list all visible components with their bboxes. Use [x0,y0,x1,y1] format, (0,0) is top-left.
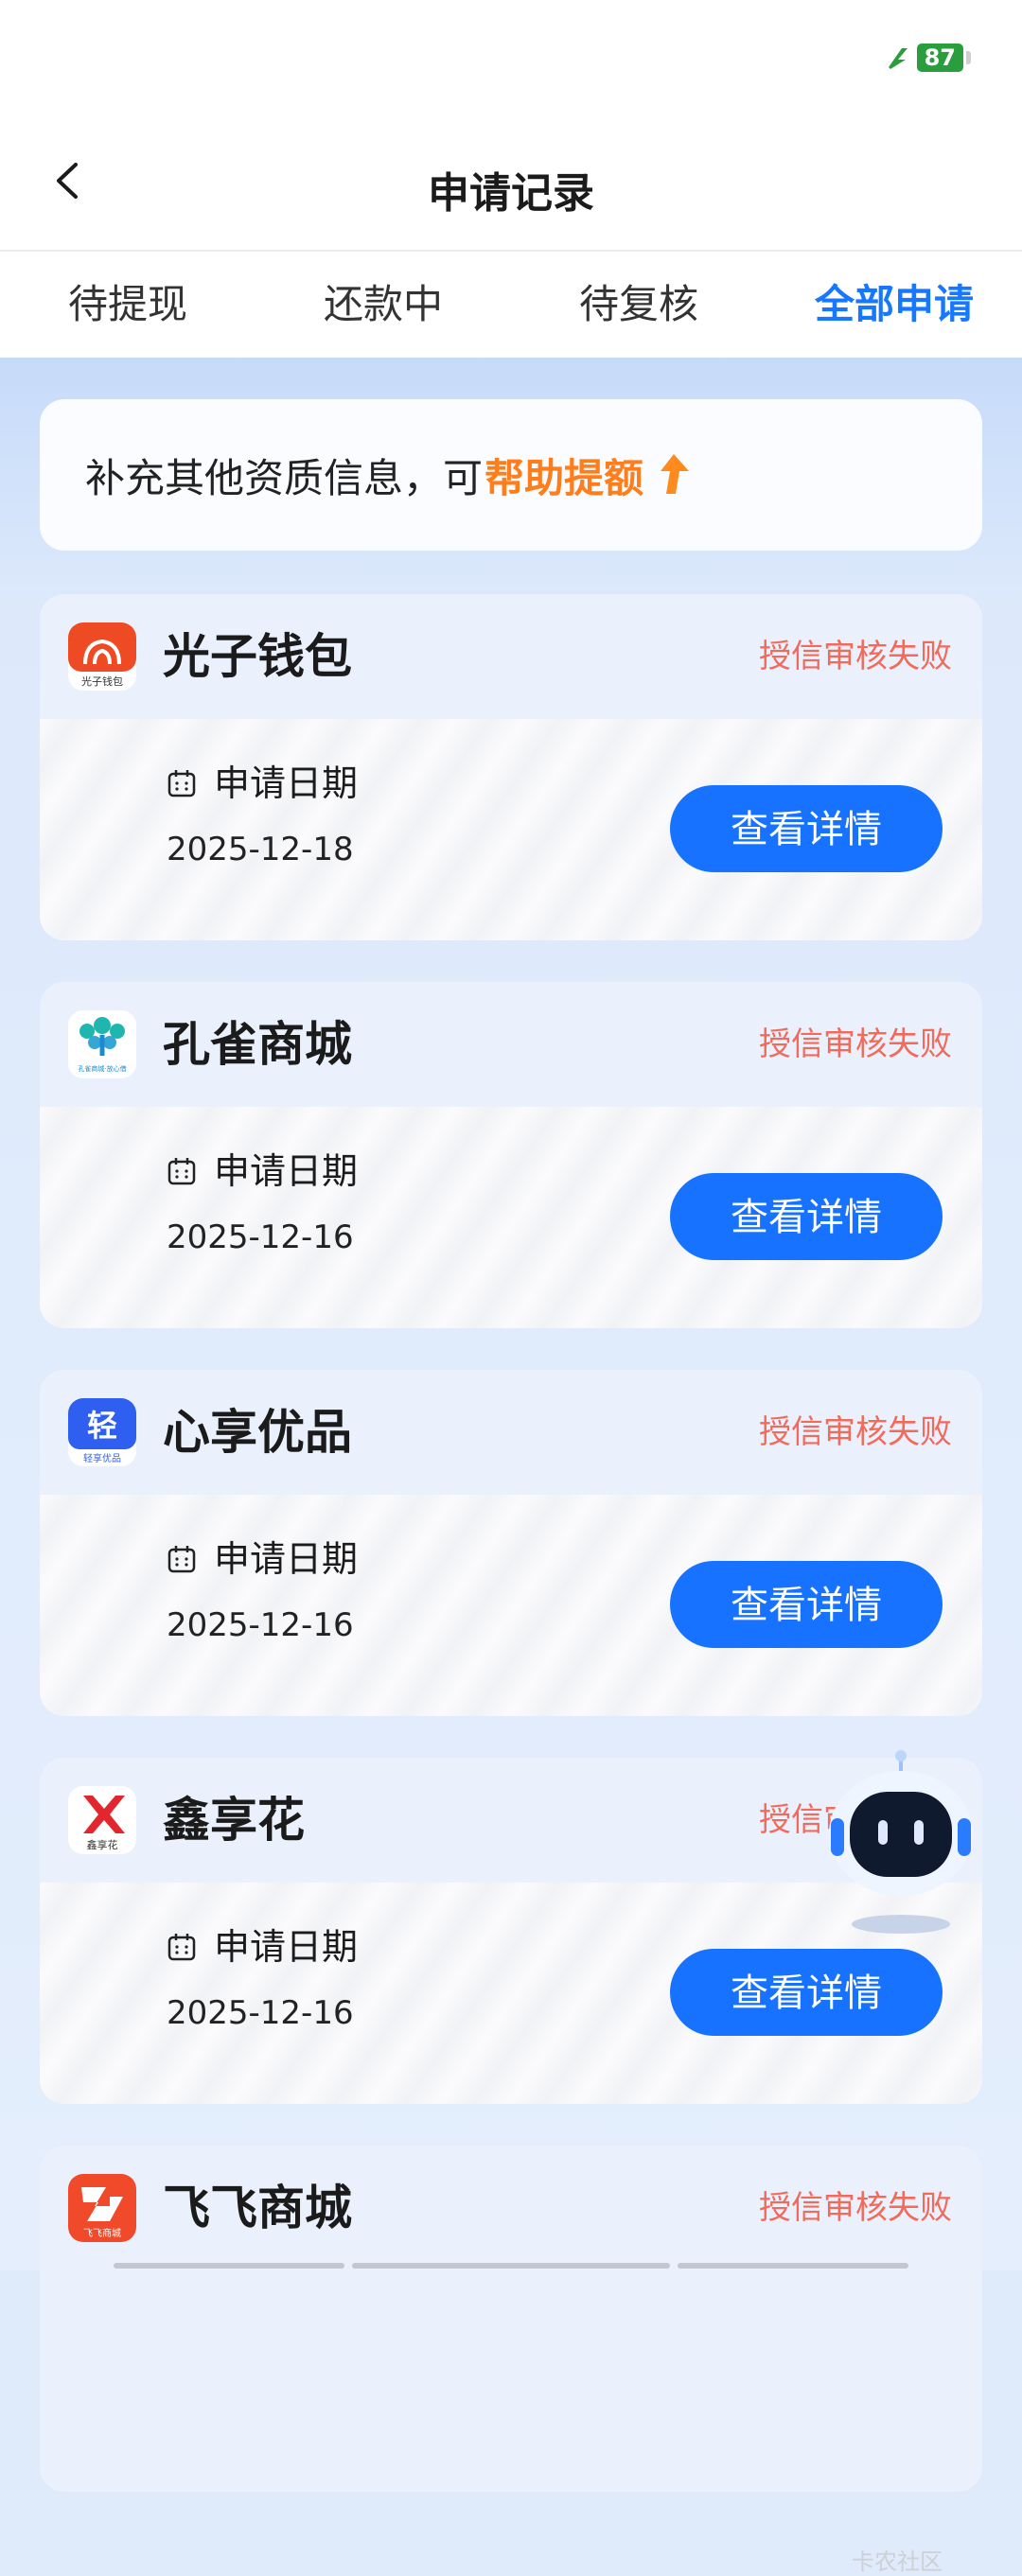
gesture-bar [0,2261,1022,2270]
xinxianghua-logo: 鑫享花 [68,1786,136,1854]
page-title: 申请记录 [428,169,594,218]
status-bar: 87 [0,0,1022,114]
application-card: 飞飞商城 飞飞商城 授信审核失败 [40,2146,982,2492]
limit-increase-banner[interactable]: 补充其他资质信息，可 帮助提额 [40,399,982,551]
application-date: 2025-12-16 [167,1994,354,2032]
view-details-button[interactable]: 查看详情 [670,1173,943,1260]
application-date: 2025-12-16 [167,1218,354,1256]
guangzi-logo: 光子钱包 [68,622,136,691]
battery-indicator: 87 [885,44,972,72]
feifei-logo: 飞飞商城 [68,2174,136,2242]
date-label: 申请日期 [214,1538,359,1580]
view-details-button[interactable]: 查看详情 [670,1561,943,1648]
tab-repaying[interactable]: 还款中 [256,252,511,358]
status-badge: 授信审核失败 [759,638,952,675]
arrow-up-icon [661,454,690,494]
power-saving-icon [888,48,907,69]
product-name: 光子钱包 [163,629,352,684]
battery-level: 87 [916,44,972,72]
banner-text: 补充其他资质信息，可 [85,454,484,501]
tab-pending-withdrawal[interactable]: 待提现 [0,252,256,358]
kongque-logo: 孔雀商城·放心借 [68,1010,136,1078]
status-badge: 授信审核失败 [759,2189,952,2227]
application-date: 2025-12-18 [167,831,354,868]
date-label: 申请日期 [214,762,359,804]
application-list: 补充其他资质信息，可 帮助提额 光子钱包 光子钱包 授信审核失败 申请日期 20… [0,358,1022,2575]
application-card: 光子钱包 光子钱包 授信审核失败 申请日期 2025-12-18 查看详情 [40,594,982,940]
status-badge: 授信审核失败 [759,1025,952,1063]
tab-all-applications[interactable]: 全部申请 [766,252,1022,358]
product-name: 心享优品 [163,1405,352,1460]
logo-text: 孔雀商城·放心借 [78,1064,126,1073]
tab-pending-review[interactable]: 待复核 [511,252,766,358]
calendar-icon [167,1934,196,1961]
product-name: 飞飞商城 [163,2181,352,2235]
logo-text: 飞飞商城 [83,2227,121,2239]
robot-assistant-icon[interactable] [825,1748,977,1937]
product-name: 孔雀商城 [163,1017,352,1072]
calendar-icon [167,1158,196,1185]
logo-subtext: 轻享优品 [83,1452,121,1464]
logo-text: 轻 [87,1408,117,1444]
date-label: 申请日期 [214,1150,359,1192]
xinxiang-logo: 轻 轻享优品 [68,1398,136,1466]
view-details-button[interactable]: 查看详情 [670,785,943,872]
calendar-icon [167,770,196,797]
view-details-button[interactable]: 查看详情 [670,1949,943,2036]
tab-bar: 待提现 还款中 待复核 全部申请 [0,252,1022,358]
date-label: 申请日期 [214,1926,359,1968]
logo-text: 鑫享花 [87,1838,118,1851]
application-date: 2025-12-16 [167,1606,354,1644]
logo-text: 光子钱包 [81,675,123,688]
product-name: 鑫享花 [163,1793,305,1848]
calendar-icon [167,1546,196,1573]
watermark: 卡农社区 [852,2549,943,2575]
application-card: 孔雀商城·放心借 孔雀商城 授信审核失败 申请日期 2025-12-16 查看详… [40,982,982,1328]
nav-bar: 申请记录 [0,114,1022,252]
application-card: 轻 轻享优品 心享优品 授信审核失败 申请日期 2025-12-16 查看详情 [40,1370,982,1716]
banner-highlight: 帮助提额 [485,454,644,501]
status-badge: 授信审核失败 [759,1413,952,1451]
